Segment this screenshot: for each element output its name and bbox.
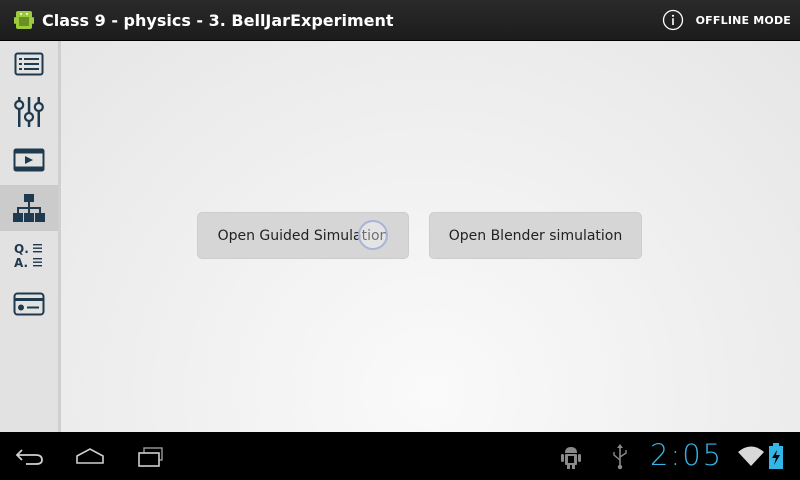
info-icon[interactable] xyxy=(662,9,684,31)
open-blender-simulation-button[interactable]: Open Blender simulation xyxy=(429,212,642,259)
hierarchy-icon xyxy=(13,194,45,222)
battery-icon xyxy=(769,443,783,469)
android-debug-icon xyxy=(561,447,581,469)
sidebar-item-video[interactable] xyxy=(0,137,58,183)
android-icon[interactable] xyxy=(14,9,34,31)
home-icon[interactable] xyxy=(74,446,106,466)
sidebar-item-list[interactable] xyxy=(0,41,58,87)
sidebar: Q. A. xyxy=(0,41,61,432)
qa-lines-icon xyxy=(33,244,42,267)
wifi-icon xyxy=(738,446,764,466)
clock: 2:05 xyxy=(650,438,724,472)
touch-indicator xyxy=(358,220,388,250)
list-icon xyxy=(14,52,44,76)
sidebar-item-qa[interactable]: Q. A. xyxy=(0,233,58,279)
page-title: Class 9 - physics - 3. BellJarExperiment xyxy=(42,10,394,30)
sidebar-item-settings[interactable] xyxy=(0,89,58,135)
recents-icon[interactable] xyxy=(136,446,166,468)
offline-mode-label[interactable]: OFFLINE MODE xyxy=(696,14,791,27)
qa-a-label: A. xyxy=(14,256,29,270)
main-content: Open Guided Simulation Open Blender simu… xyxy=(61,41,800,432)
qa-icon: Q. A. xyxy=(14,242,44,270)
usb-icon xyxy=(613,444,627,470)
sliders-icon xyxy=(14,97,44,127)
video-icon xyxy=(13,148,45,172)
sidebar-item-card[interactable] xyxy=(0,281,58,327)
system-nav-bar: 2:05 xyxy=(0,432,800,480)
card-icon xyxy=(13,292,45,316)
sidebar-item-hierarchy[interactable] xyxy=(0,185,58,231)
qa-q-label: Q. xyxy=(14,242,29,256)
back-icon[interactable] xyxy=(14,446,46,466)
open-blender-simulation-label: Open Blender simulation xyxy=(448,227,623,244)
action-bar: Class 9 - physics - 3. BellJarExperiment… xyxy=(0,0,800,41)
